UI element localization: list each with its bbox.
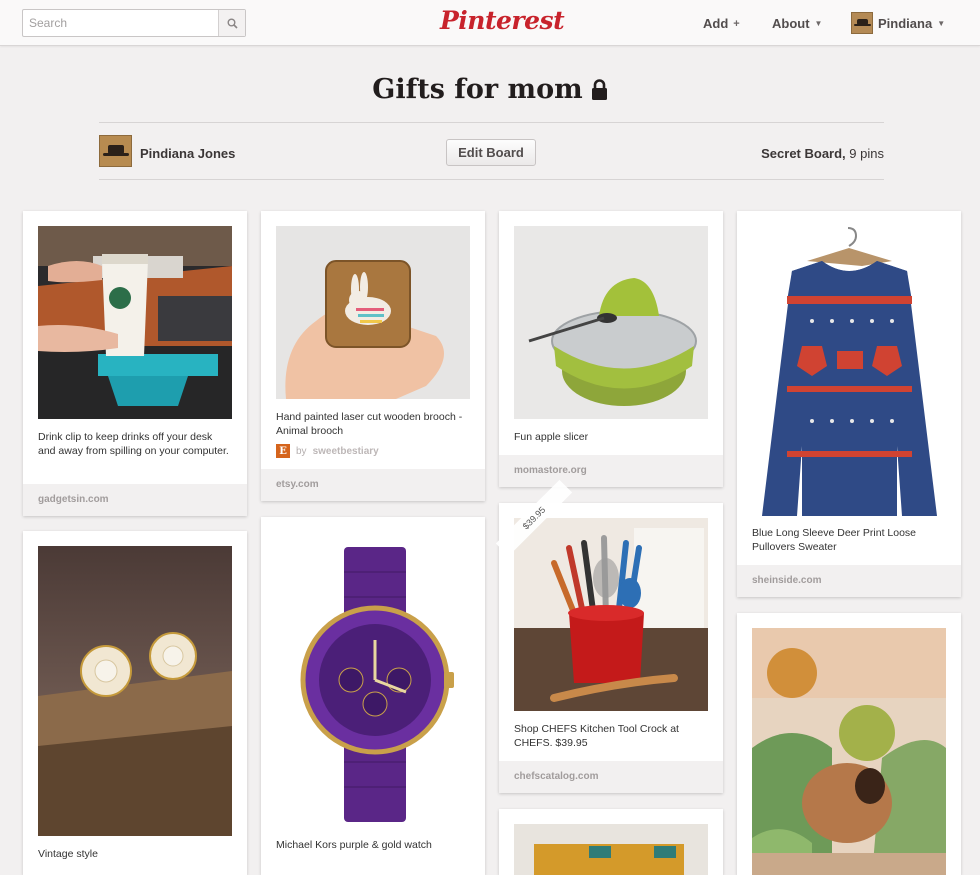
pin-card[interactable]: Vintage style: [23, 531, 247, 875]
pin-source[interactable]: momastore.org: [499, 455, 723, 487]
pin-description: Fun apple slicer: [514, 431, 589, 443]
pin-image-partial[interactable]: [514, 824, 708, 875]
pin-source[interactable]: gadgetsin.com: [23, 484, 247, 516]
pin-card[interactable]: Fun apple slicer momastore.org: [499, 211, 723, 487]
via-prefix: by: [296, 445, 307, 457]
add-label: Add: [703, 16, 729, 31]
about-menu[interactable]: About ▼: [772, 16, 822, 31]
board-title: Gifts for mom: [0, 74, 980, 105]
owner-avatar[interactable]: [99, 135, 132, 167]
via-name: sweetbestiary: [312, 445, 379, 457]
board-title-text: Gifts for mom: [372, 74, 583, 105]
board-info-bar: Pindiana Jones Edit Board Secret Board, …: [99, 122, 884, 180]
owner-name[interactable]: Pindiana Jones: [140, 146, 235, 161]
pin-card[interactable]: Hand painted laser cut wooden brooch - A…: [261, 211, 485, 501]
user-avatar: [851, 12, 873, 34]
search-input[interactable]: [23, 10, 219, 36]
pin-description: Michael Kors purple & gold watch: [276, 839, 432, 851]
user-menu[interactable]: Pindiana ▼: [851, 12, 945, 34]
pin-image-brooch[interactable]: [276, 226, 470, 399]
pin-description: Hand painted laser cut wooden brooch - A…: [276, 411, 463, 437]
search-box: [22, 9, 246, 37]
plus-icon: +: [733, 17, 740, 30]
chevron-down-icon: ▼: [937, 18, 946, 28]
pin-count: 9 pins: [849, 146, 884, 161]
pin-card[interactable]: Drink clip to keep drinks off your desk …: [23, 211, 247, 516]
top-navigation-bar: Pinterest Add + About ▼ Pindiana ▼: [0, 0, 980, 46]
board-pin-count: Secret Board, 9 pins: [761, 146, 884, 161]
pinterest-logo[interactable]: Pinterest: [440, 6, 565, 35]
etsy-icon: E: [276, 444, 290, 458]
user-name-label: Pindiana: [878, 15, 933, 31]
pin-description: Drink clip to keep drinks off your desk …: [38, 431, 229, 457]
pin-image-earrings[interactable]: [38, 546, 232, 836]
secret-board-label: Secret Board,: [761, 146, 846, 161]
pin-source[interactable]: etsy.com: [261, 469, 485, 501]
lock-icon: [591, 78, 607, 100]
pin-image-drink-clip[interactable]: [38, 226, 232, 419]
pin-image-sweater[interactable]: [752, 226, 946, 516]
pin-card[interactable]: Blue Long Sleeve Deer Print Loose Pullov…: [737, 211, 961, 597]
pin-card[interactable]: [737, 613, 961, 875]
search-button[interactable]: [218, 10, 245, 36]
pin-card[interactable]: $39.95 Shop CHEFS Kitchen Tool Crock at …: [495, 479, 723, 793]
pin-attribution[interactable]: E by sweetbestiary: [276, 444, 379, 458]
pin-card[interactable]: [499, 809, 723, 875]
edit-board-button[interactable]: Edit Board: [446, 139, 536, 166]
add-menu[interactable]: Add +: [703, 16, 740, 31]
pin-source[interactable]: chefscatalog.com: [499, 761, 723, 793]
pin-description: Vintage style: [38, 848, 98, 860]
pin-image-watch[interactable]: [276, 532, 470, 832]
chevron-down-icon: ▼: [814, 19, 823, 28]
pin-image-tool-crock[interactable]: [514, 518, 708, 711]
search-icon: [227, 18, 238, 29]
about-label: About: [772, 16, 810, 31]
pin-image-garden[interactable]: [752, 628, 946, 875]
pin-description: Blue Long Sleeve Deer Print Loose Pullov…: [752, 527, 917, 553]
pin-image-apple-slicer[interactable]: [514, 226, 708, 419]
pin-source[interactable]: sheinside.com: [737, 565, 961, 597]
pin-card[interactable]: Michael Kors purple & gold watch: [261, 517, 485, 875]
pin-description: Shop CHEFS Kitchen Tool Crock at CHEFS. …: [514, 723, 679, 749]
